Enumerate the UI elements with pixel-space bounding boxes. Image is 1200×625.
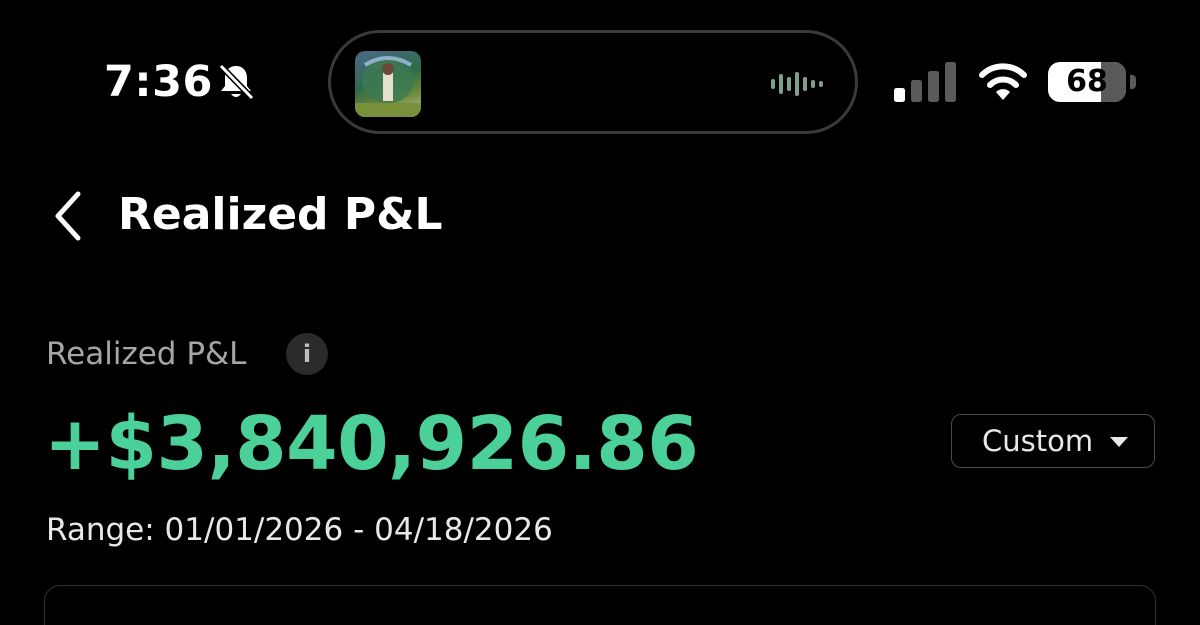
battery-icon: 68 [1048, 62, 1138, 102]
period-dropdown[interactable]: Custom [951, 414, 1155, 468]
battery-level: 68 [1066, 64, 1108, 99]
audio-waveform-icon [771, 72, 823, 96]
page-title: Realized P&L [118, 189, 443, 240]
details-card [44, 585, 1156, 625]
chevron-left-icon [55, 191, 81, 241]
dynamic-island[interactable] [328, 30, 858, 134]
cellular-signal-icon [894, 62, 956, 102]
info-icon[interactable]: i [286, 333, 328, 375]
status-time: 7:36 [104, 57, 213, 107]
bell-slash-icon [218, 63, 255, 101]
album-art [355, 51, 421, 117]
caret-down-icon [1110, 437, 1128, 447]
wifi-icon [979, 63, 1027, 100]
back-button[interactable] [38, 186, 98, 246]
realized-pnl-value: +$3,840,926.86 [44, 401, 699, 487]
period-selected-label: Custom [982, 424, 1094, 458]
realized-pnl-label: Realized P&L [46, 336, 247, 372]
date-range-text: Range: 01/01/2026 - 04/18/2026 [46, 512, 553, 548]
